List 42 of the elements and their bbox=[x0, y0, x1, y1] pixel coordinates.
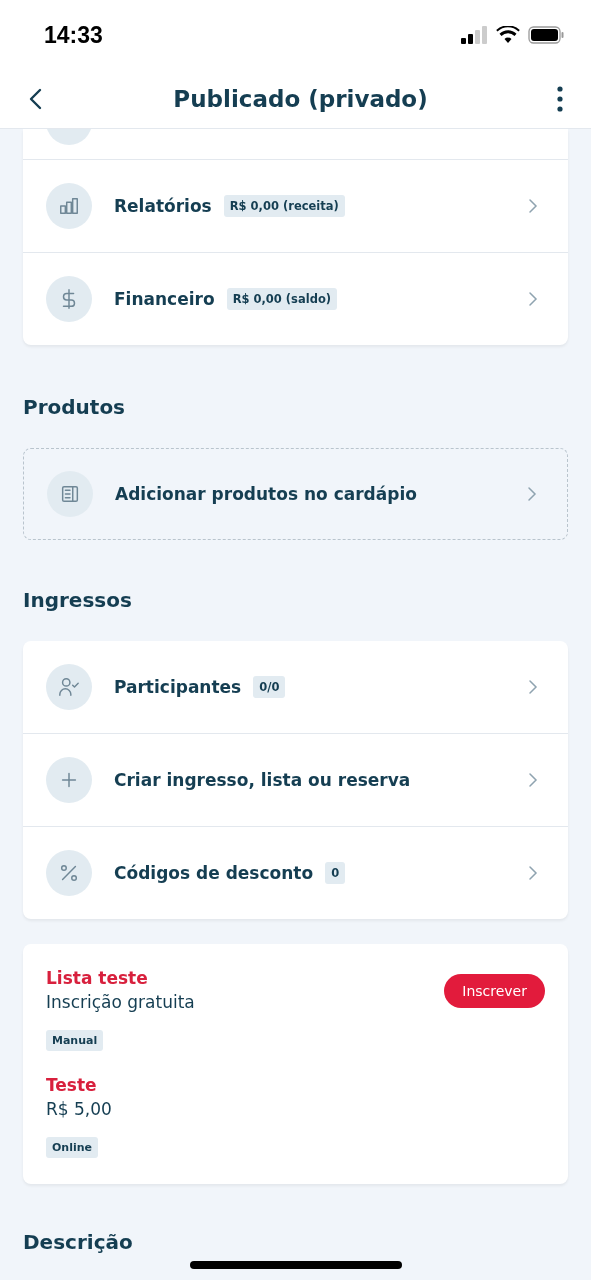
chevron-right-icon bbox=[526, 864, 540, 882]
chevron-right-icon bbox=[525, 485, 539, 503]
ticket-price: R$ 5,00 bbox=[46, 1099, 112, 1119]
person-check-icon bbox=[58, 676, 80, 698]
chevron-right-icon bbox=[526, 197, 540, 215]
menu-label: Adicionar produtos no cardápio bbox=[115, 484, 417, 504]
section-heading: Produtos bbox=[23, 394, 127, 421]
add-products-row[interactable]: Adicionar produtos no cardápio bbox=[23, 448, 568, 540]
ticket-name: Teste bbox=[46, 1075, 97, 1095]
chevron-right-icon bbox=[526, 290, 540, 308]
section-heading: Ingressos bbox=[23, 587, 133, 614]
menu-row[interactable]: Financeiro R$ 0,00 (saldo) bbox=[23, 253, 568, 345]
ticket-name: Lista teste bbox=[46, 968, 148, 988]
menu-label: Participantes bbox=[114, 677, 242, 697]
menu-row[interactable]: Relatórios R$ 0,00 (receita) bbox=[23, 160, 568, 253]
menu-label: Criar ingresso, lista ou reserva bbox=[114, 770, 411, 790]
wifi-icon bbox=[496, 26, 520, 44]
more-vertical-icon bbox=[555, 85, 565, 113]
subscribe-button[interactable]: Inscrever bbox=[444, 974, 545, 1008]
chevron-right-icon bbox=[526, 771, 540, 789]
menu-label: Relatórios bbox=[114, 196, 212, 216]
section-heading: Descrição bbox=[23, 1229, 134, 1254]
bar-chart-icon bbox=[58, 195, 80, 217]
menu-row[interactable]: Códigos de desconto 0 bbox=[23, 827, 568, 919]
menu-badge: 0/0 bbox=[253, 676, 286, 698]
page-title: Publicado (privado) bbox=[173, 86, 428, 112]
menu-label: Códigos de desconto bbox=[114, 863, 314, 883]
menu-badge: R$ 0,00 (saldo) bbox=[226, 288, 338, 310]
battery-icon bbox=[528, 26, 565, 44]
menu-badge: R$ 0,00 (receita) bbox=[223, 195, 345, 217]
ticket-price: Inscrição gratuita bbox=[46, 992, 195, 1012]
menu-row[interactable]: Criar ingresso, lista ou reserva bbox=[23, 734, 568, 827]
menu-badge: 0 bbox=[325, 862, 346, 884]
signal-icon bbox=[461, 26, 488, 44]
ticket-tag: Manual bbox=[46, 1030, 104, 1051]
ticket-tag: Online bbox=[46, 1137, 98, 1158]
percent-icon bbox=[58, 862, 80, 884]
menu-label: Financeiro bbox=[114, 289, 215, 309]
chevron-right-icon bbox=[526, 678, 540, 696]
menu-row[interactable]: Participantes 0/0 bbox=[23, 641, 568, 734]
status-time: 14:33 bbox=[44, 21, 103, 49]
menu-book-icon bbox=[59, 483, 81, 505]
